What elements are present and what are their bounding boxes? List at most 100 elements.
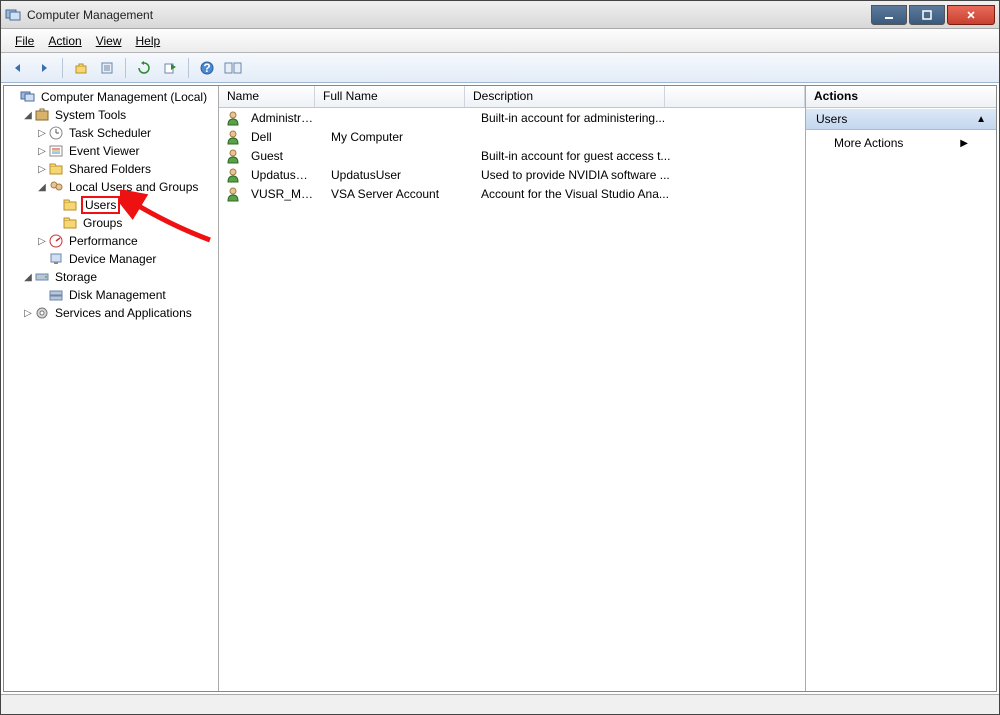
cell-name: UpdatusUser xyxy=(243,168,323,182)
toolbar: ? xyxy=(1,53,999,83)
show-hide-button[interactable] xyxy=(222,57,244,79)
storage-icon xyxy=(34,269,50,285)
system-tools-icon xyxy=(34,107,50,123)
minimize-button[interactable] xyxy=(871,5,907,25)
tree-task-scheduler-label: Task Scheduler xyxy=(67,125,153,141)
menu-view-label: View xyxy=(96,34,122,48)
toolbar-separator xyxy=(188,58,189,78)
forward-button[interactable] xyxy=(33,57,55,79)
tree-services-apps-label: Services and Applications xyxy=(53,305,194,321)
disk-management-icon xyxy=(48,287,64,303)
tree-performance[interactable]: ▷ Performance xyxy=(36,232,218,250)
tree-event-viewer[interactable]: ▷ Event Viewer xyxy=(36,142,218,160)
performance-icon xyxy=(48,233,64,249)
cell-description: Built-in account for administering... xyxy=(473,111,693,125)
user-icon xyxy=(225,186,241,202)
column-header-name[interactable]: Name xyxy=(219,86,315,107)
collapse-icon[interactable]: ◢ xyxy=(36,182,48,193)
user-icon xyxy=(225,129,241,145)
tree-disk-management-label: Disk Management xyxy=(67,287,168,303)
maximize-button[interactable] xyxy=(909,5,945,25)
back-button[interactable] xyxy=(7,57,29,79)
actions-more-actions[interactable]: More Actions ▶ xyxy=(806,130,996,156)
device-manager-icon xyxy=(48,251,64,267)
tree-shared-folders-label: Shared Folders xyxy=(67,161,153,177)
export-button[interactable] xyxy=(159,57,181,79)
expand-icon[interactable]: ▷ xyxy=(36,164,48,175)
menu-help[interactable]: Help xyxy=(130,32,167,50)
menu-help-label: Help xyxy=(136,34,161,48)
list-pane: Name Full Name Description Administrator… xyxy=(219,86,806,691)
column-header-spare[interactable] xyxy=(665,86,805,107)
tree-device-manager[interactable]: Device Manager xyxy=(36,250,218,268)
tree-root-label: Computer Management (Local) xyxy=(39,89,209,105)
chevron-up-icon: ▲ xyxy=(976,114,986,125)
user-list-row[interactable]: VUSR_MY_D...VSA Server AccountAccount fo… xyxy=(219,184,805,203)
svg-text:?: ? xyxy=(203,61,210,75)
expand-icon[interactable]: ▷ xyxy=(22,308,34,319)
tree-local-users-groups[interactable]: ◢ Local Users and Groups xyxy=(36,178,218,196)
tree-pane[interactable]: Computer Management (Local) ◢ System Too… xyxy=(4,86,219,691)
up-button[interactable] xyxy=(70,57,92,79)
cell-description: Used to provide NVIDIA software ... xyxy=(473,168,693,182)
computer-management-icon xyxy=(20,89,36,105)
refresh-button[interactable] xyxy=(133,57,155,79)
list-body[interactable]: Administrator Built-in account for admini… xyxy=(219,108,805,691)
window-title: Computer Management xyxy=(27,8,871,22)
computer-management-window: Computer Management File Action View Hel… xyxy=(0,0,1000,715)
tree-event-viewer-label: Event Viewer xyxy=(67,143,141,159)
tree-users-label: Users xyxy=(81,196,120,214)
tree-device-manager-label: Device Manager xyxy=(67,251,158,267)
tree-system-tools[interactable]: ◢ System Tools xyxy=(22,106,218,124)
tree-storage[interactable]: ◢ Storage xyxy=(22,268,218,286)
app-icon xyxy=(5,7,21,23)
user-list-row[interactable]: UpdatusUserUpdatusUserUsed to provide NV… xyxy=(219,165,805,184)
column-header-fullname[interactable]: Full Name xyxy=(315,86,465,107)
tree-storage-label: Storage xyxy=(53,269,99,285)
toolbar-separator xyxy=(62,58,63,78)
tree-system-tools-label: System Tools xyxy=(53,107,128,123)
toolbar-separator xyxy=(125,58,126,78)
user-list-row[interactable]: Administrator Built-in account for admini… xyxy=(219,108,805,127)
statusbar xyxy=(1,694,999,714)
close-button[interactable] xyxy=(947,5,995,25)
menu-view[interactable]: View xyxy=(90,32,128,50)
menu-file[interactable]: File xyxy=(9,32,40,50)
user-list-row[interactable]: Guest Built-in account for guest access t… xyxy=(219,146,805,165)
expand-icon[interactable]: ▷ xyxy=(36,236,48,247)
tree-root[interactable]: Computer Management (Local) xyxy=(8,88,218,106)
actions-section-users[interactable]: Users ▲ xyxy=(806,108,996,130)
help-button[interactable]: ? xyxy=(196,57,218,79)
cell-fullname: VSA Server Account xyxy=(323,187,473,201)
tree-users[interactable]: Users xyxy=(50,196,218,214)
menubar: File Action View Help xyxy=(1,29,999,53)
cell-name: Guest xyxy=(243,149,323,163)
tree-shared-folders[interactable]: ▷ Shared Folders xyxy=(36,160,218,178)
tree-task-scheduler[interactable]: ▷ Task Scheduler xyxy=(36,124,218,142)
tree-performance-label: Performance xyxy=(67,233,140,249)
menu-action-label: Action xyxy=(48,34,81,48)
collapse-icon[interactable]: ◢ xyxy=(22,272,34,283)
cell-name: Administrator xyxy=(243,111,323,125)
titlebar[interactable]: Computer Management xyxy=(1,1,999,29)
cell-name: VUSR_MY_D... xyxy=(243,187,323,201)
user-list-row[interactable]: DellMy Computer xyxy=(219,127,805,146)
content-area: Computer Management (Local) ◢ System Too… xyxy=(3,85,997,692)
services-apps-icon xyxy=(34,305,50,321)
menu-file-label: File xyxy=(15,34,34,48)
expand-icon[interactable]: ▷ xyxy=(36,146,48,157)
tree-disk-management[interactable]: Disk Management xyxy=(36,286,218,304)
collapse-icon[interactable]: ◢ xyxy=(22,110,34,121)
event-viewer-icon xyxy=(48,143,64,159)
user-icon xyxy=(225,110,241,126)
tree-groups[interactable]: Groups xyxy=(50,214,218,232)
properties-button[interactable] xyxy=(96,57,118,79)
tree-groups-label: Groups xyxy=(81,215,124,231)
menu-action[interactable]: Action xyxy=(42,32,87,50)
tree-services-apps[interactable]: ▷ Services and Applications xyxy=(22,304,218,322)
actions-more-label: More Actions xyxy=(834,136,903,150)
cell-description: Built-in account for guest access t... xyxy=(473,149,693,163)
expand-icon[interactable]: ▷ xyxy=(36,128,48,139)
shared-folders-icon xyxy=(48,161,64,177)
column-header-description[interactable]: Description xyxy=(465,86,665,107)
